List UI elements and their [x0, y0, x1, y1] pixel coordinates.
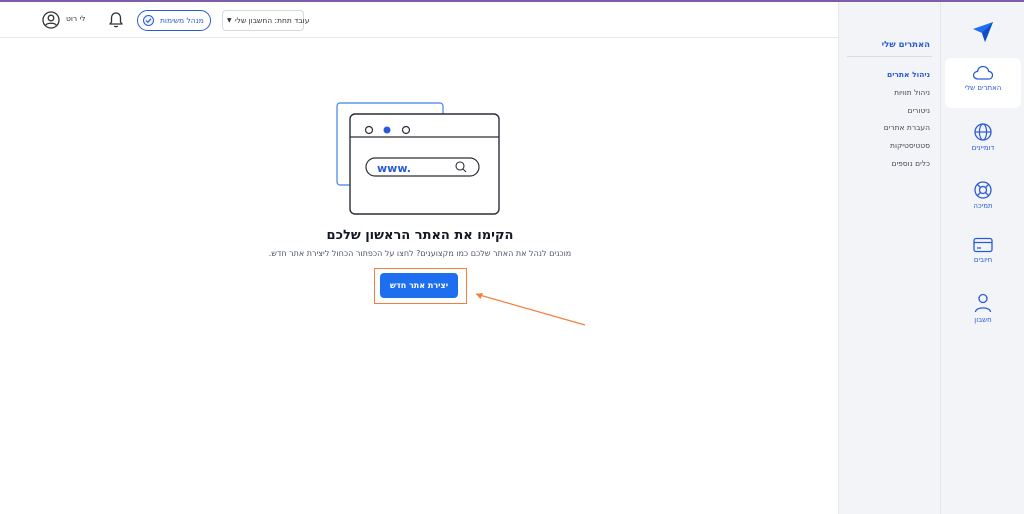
paper-plane-logo-icon[interactable] — [971, 20, 995, 44]
illustration-url-text: www. — [377, 162, 411, 175]
user-icon — [974, 293, 992, 313]
rail-item-support[interactable]: תמיכה — [945, 174, 1021, 224]
profile-icon[interactable] — [42, 11, 60, 29]
empty-state-subtitle: מוכנים לנהל את האתר שלכם כמו מקצוענים? ל… — [268, 249, 572, 258]
user-name[interactable]: לי רוט — [66, 14, 85, 23]
bell-icon[interactable] — [108, 11, 124, 29]
rail-item-label: תמיכה — [973, 202, 993, 210]
credit-card-icon — [973, 237, 993, 253]
subnav-item-manage-sites[interactable]: ניהול אתרים — [887, 70, 930, 79]
subnav-divider — [847, 56, 932, 57]
rail-item-label: חיובים — [973, 256, 993, 264]
annotation-arrow — [475, 293, 586, 326]
check-icon — [143, 15, 154, 26]
subnav-item-site-migration[interactable]: העברת אתרים — [884, 123, 930, 132]
create-site-button[interactable]: יצירת אתר חדש — [380, 273, 458, 298]
subnav-item-more-tools[interactable]: כלים נוספים — [891, 159, 930, 168]
rail-item-label: חשבון — [974, 316, 992, 324]
rail-item-account[interactable]: חשבון — [945, 286, 1021, 336]
subnav-item-manage-labels[interactable]: ניהול תוויות — [894, 88, 930, 97]
rail-item-billing[interactable]: חיובים — [945, 230, 1021, 280]
cloud-icon — [972, 65, 994, 80]
lifebuoy-icon — [974, 181, 992, 199]
subnav-item-statistics[interactable]: סטטיסטיקות — [890, 141, 930, 150]
browser-window-illustration: www. — [336, 102, 500, 215]
task-manager-button[interactable]: מנהל משימות — [137, 10, 211, 31]
globe-icon — [974, 123, 992, 141]
rail-item-label: האתרים שלי — [964, 84, 1002, 92]
subnav-item-monitors[interactable]: ניטורים — [908, 106, 930, 115]
top-header: לי רוט מנהל משימות ▼ עובד תחת: החשבון של… — [0, 2, 838, 38]
caret-down-icon: ▼ — [227, 17, 232, 24]
rail-item-domains[interactable]: דומיינים — [945, 116, 1021, 166]
main-rail: האתרים שלי דומיינים תמיכה חיובים חשבון — [940, 2, 1024, 514]
account-selector[interactable]: ▼ עובד תחת: החשבון שלי — [222, 10, 309, 31]
subnav-title: האתרים שלי — [881, 40, 930, 50]
rail-item-my-sites[interactable]: האתרים שלי — [945, 58, 1021, 108]
account-selector-label: עובד תחת: החשבון שלי — [235, 16, 310, 25]
secondary-sidebar: האתרים שלי ניהול אתרים ניהול תוויות ניטו… — [838, 2, 940, 514]
empty-state-title: הקימו את האתר הראשון שלכם — [326, 228, 514, 243]
task-manager-label: מנהל משימות — [160, 16, 204, 25]
rail-item-label: דומיינים — [971, 144, 995, 152]
